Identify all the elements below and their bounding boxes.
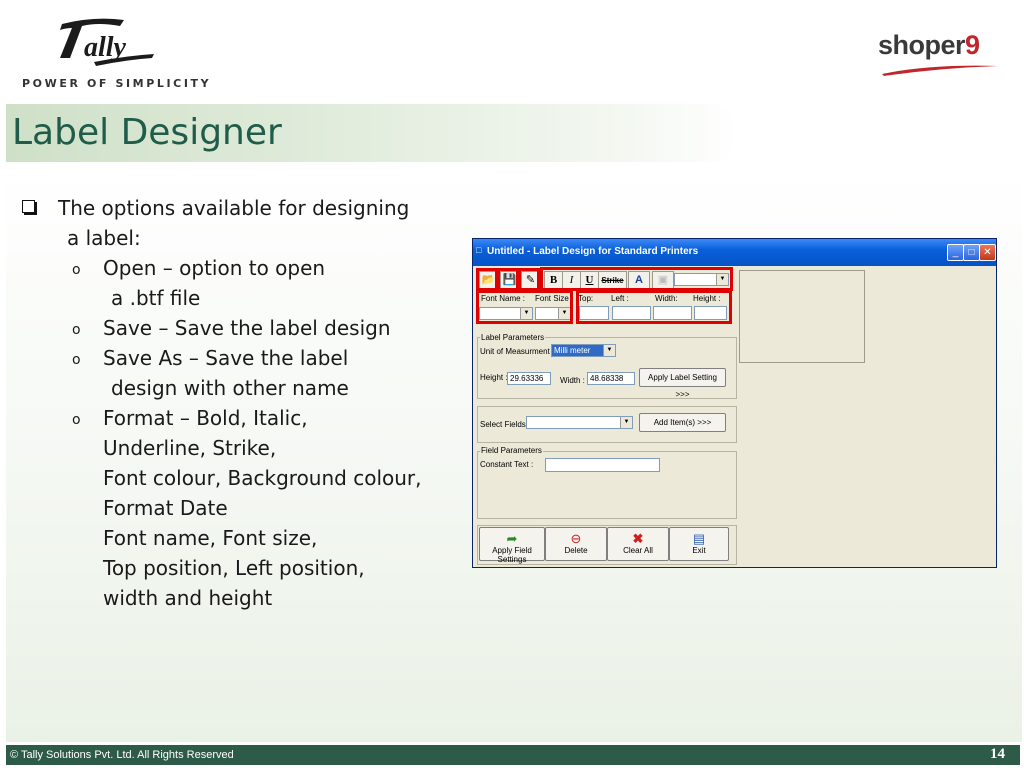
apply-field-settings-button[interactable]: ➦ Apply Field Settings xyxy=(479,527,545,564)
highlight-save-as xyxy=(518,268,540,291)
saveas-line: design with other name xyxy=(111,376,349,400)
intro-line: The options available for designing xyxy=(58,196,410,220)
open-line: Open – option to open xyxy=(103,256,326,280)
label-width-input[interactable]: 48.68338 xyxy=(587,372,635,385)
square-bullet-icon xyxy=(22,200,35,213)
apply-field-settings-label: Apply Field Settings xyxy=(492,546,532,564)
window-title: Untitled - Label Design for Standard Pri… xyxy=(487,246,699,257)
save-line: Save – Save the label design xyxy=(103,316,391,340)
exit-door-icon: ▤ xyxy=(692,531,706,546)
close-button[interactable]: ✕ xyxy=(979,244,996,261)
label-designer-window: □ Untitled - Label Design for Standard P… xyxy=(472,238,997,568)
arrow-icon: ➦ xyxy=(506,531,518,546)
open-line: a .btf file xyxy=(111,286,201,310)
saveas-line: Save As – Save the label xyxy=(103,346,349,370)
copyright-text: © Tally Solutions Pvt. Ltd. All Rights R… xyxy=(10,749,234,761)
minimize-button[interactable]: _ xyxy=(947,244,964,261)
exit-label: Exit xyxy=(692,546,706,555)
exit-button[interactable]: ▤ Exit xyxy=(669,527,729,561)
shoper-logo-number: 9 xyxy=(965,30,980,60)
page-number: 14 xyxy=(990,746,1005,762)
delete-icon: ⊖ xyxy=(570,531,582,546)
label-parameters-title: Label Parameters xyxy=(480,333,546,342)
unit-label: Unit of Measurment : xyxy=(480,347,555,356)
unit-value: Milli meter xyxy=(554,346,591,355)
chevron-down-icon: ▼ xyxy=(620,417,632,428)
intro-line: a label: xyxy=(67,226,141,250)
highlight-format-toolbar xyxy=(540,267,733,291)
label-height-label: Height : xyxy=(480,373,508,382)
slide-title: Label Designer xyxy=(12,112,282,153)
format-line: Font colour, Background colour, xyxy=(103,466,422,490)
format-line: Underline, Strike, xyxy=(103,436,277,460)
format-line: Font name, Font size, xyxy=(103,526,318,550)
sub-bullet-icon: o xyxy=(72,262,81,278)
delete-label: Delete xyxy=(564,546,588,555)
add-items-button[interactable]: Add Item(s) >>> xyxy=(639,413,726,432)
clear-all-label: Clear All xyxy=(623,546,653,555)
tally-logo: ally xyxy=(60,18,154,66)
format-line: Top position, Left position, xyxy=(103,556,365,580)
unit-combo[interactable]: Milli meter ▼ xyxy=(551,344,616,357)
clear-icon: ✖ xyxy=(632,531,644,546)
constant-text-label: Constant Text : xyxy=(480,460,534,469)
apply-label-setting-button[interactable]: Apply Label Setting >>> xyxy=(639,368,726,399)
shoper-logo: shoper9 xyxy=(878,30,980,61)
shoper-logo-text: shoper xyxy=(878,30,966,60)
format-line: Format Date xyxy=(103,496,228,520)
maximize-button[interactable]: □ xyxy=(963,244,980,261)
window-titlebar[interactable]: □ Untitled - Label Design for Standard P… xyxy=(473,239,996,266)
label-height-input[interactable]: 29.63336 xyxy=(507,372,551,385)
select-fields-combo[interactable]: ▼ xyxy=(526,416,633,429)
label-preview-area[interactable] xyxy=(739,270,865,363)
tagline: POWER OF SIMPLICITY xyxy=(22,77,212,90)
select-fields-label: Select Fields: xyxy=(480,420,529,429)
clear-all-button[interactable]: ✖ Clear All xyxy=(607,527,669,561)
format-line: Format – Bold, Italic, xyxy=(103,406,308,430)
highlight-position-controls xyxy=(576,290,732,324)
shoper-swoosh-icon xyxy=(882,65,998,76)
constant-text-input[interactable] xyxy=(545,458,660,472)
app-icon: □ xyxy=(476,245,482,255)
sub-bullet-icon: o xyxy=(72,352,81,368)
highlight-save xyxy=(497,268,519,291)
highlight-open xyxy=(476,268,498,291)
format-line: width and height xyxy=(103,586,273,610)
delete-button[interactable]: ⊖ Delete xyxy=(545,527,607,561)
sub-bullet-icon: o xyxy=(72,412,81,428)
field-parameters-title: Field Parameters xyxy=(480,446,543,455)
chevron-down-icon: ▼ xyxy=(603,345,615,356)
label-width-label: Width : xyxy=(560,376,585,385)
highlight-font-controls xyxy=(476,290,573,324)
sub-bullet-icon: o xyxy=(72,322,81,338)
